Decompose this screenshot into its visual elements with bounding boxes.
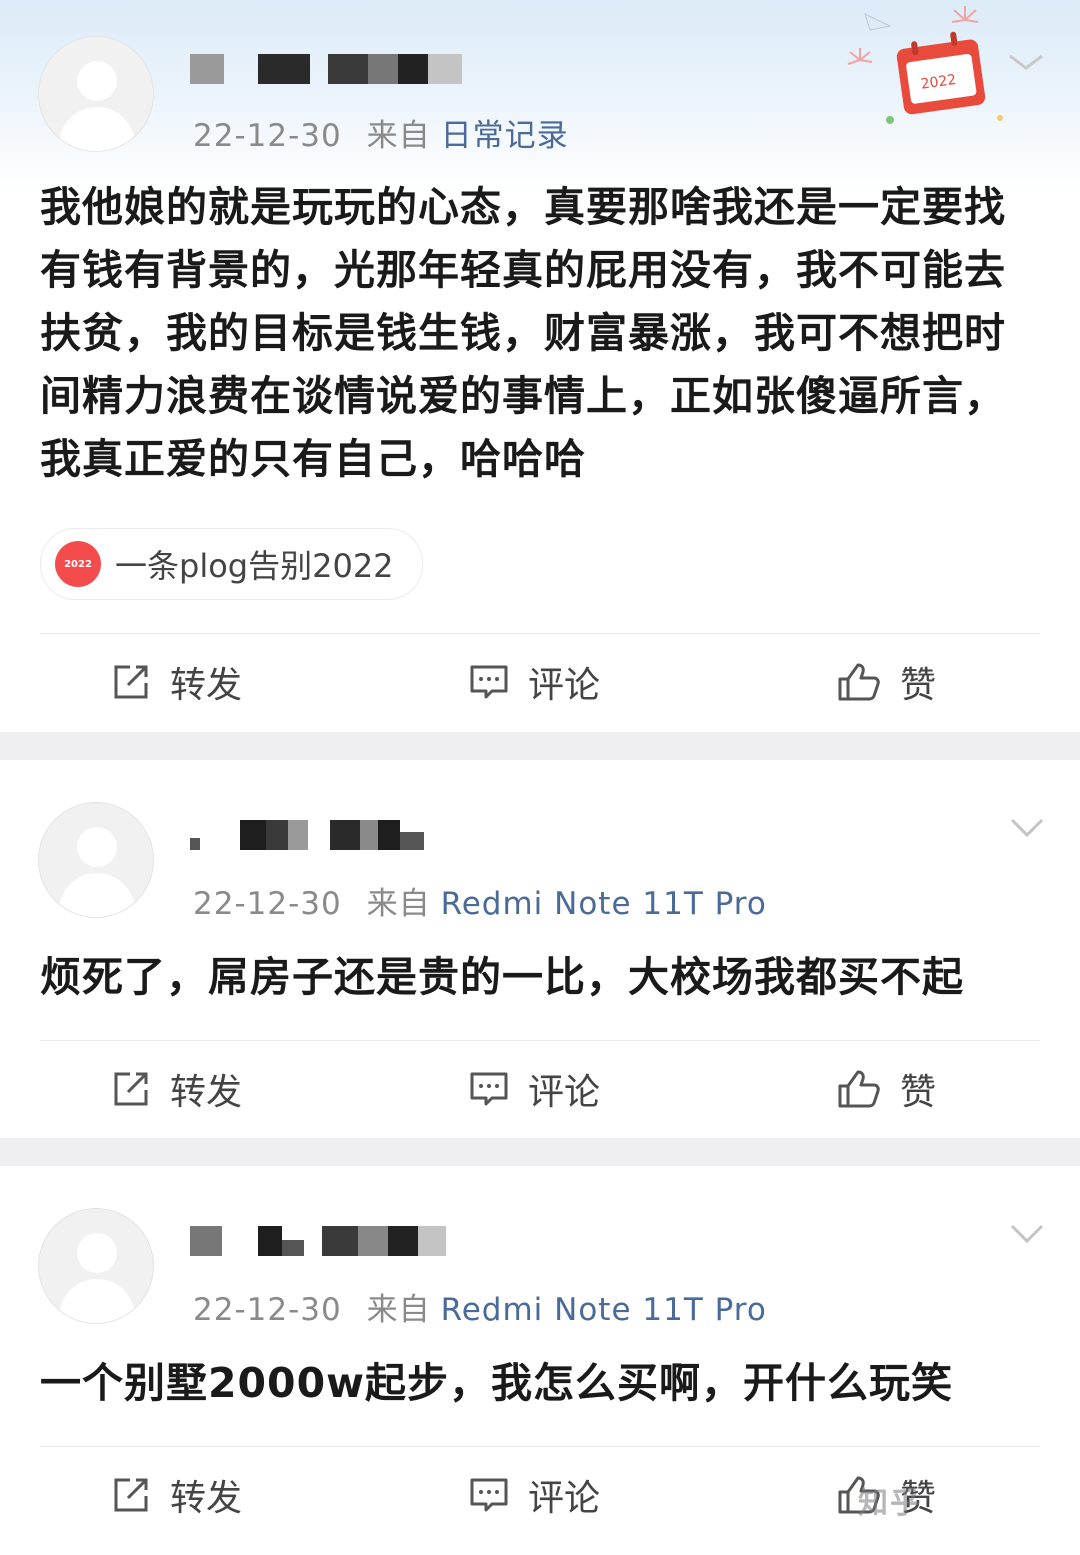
post-date: 22-12-30 [193, 1292, 342, 1328]
user-avatar[interactable] [38, 802, 154, 918]
like-button[interactable]: 赞 [836, 634, 936, 730]
from-label: 来自 [366, 1292, 431, 1328]
user-avatar[interactable] [38, 1208, 154, 1324]
comment-button[interactable]: 评论 [468, 1041, 600, 1137]
calendar-icon: 2022 [55, 541, 101, 587]
comment-icon [470, 1072, 508, 1106]
chevron-down-icon[interactable] [1010, 818, 1044, 838]
like-label: 赞 [900, 1072, 937, 1113]
username-pixelated[interactable] [190, 1224, 446, 1258]
from-label: 来自 [366, 886, 431, 922]
post-meta: 22-12-30 来自 Redmi Note 11T Pro [193, 1284, 767, 1329]
comment-icon [470, 1478, 508, 1512]
repost-label: 转发 [170, 1072, 243, 1113]
post-content: 我他娘的就是玩玩的心态，真要那啥我还是一定要找有钱有背景的，光那年轻真的屁用没有… [40, 183, 1006, 483]
post-date: 22-12-30 [193, 886, 342, 922]
thumbs-up-icon [838, 663, 880, 701]
section-gap [0, 1138, 1080, 1166]
action-bar: 转发 评论 赞 [0, 634, 1080, 730]
topic-chip[interactable]: 2022 一条plog告别2022 [40, 528, 423, 600]
username-pixelated[interactable] [190, 52, 462, 86]
topic-label: 一条plog告别2022 [115, 547, 394, 585]
repost-label: 转发 [170, 1478, 243, 1519]
comment-label: 评论 [528, 1478, 601, 1519]
repost-label: 转发 [170, 665, 243, 706]
from-label: 来自 [366, 118, 431, 154]
repost-icon [114, 1478, 148, 1512]
username-pixelated[interactable] [190, 818, 424, 852]
repost-icon [114, 1072, 148, 1106]
post-date: 22-12-30 [193, 118, 342, 154]
repost-icon [114, 665, 148, 699]
repost-button[interactable]: 转发 [110, 1041, 242, 1137]
comment-button[interactable]: 评论 [468, 634, 600, 730]
comment-icon [470, 665, 508, 699]
watermark: 知乎 [858, 1486, 922, 1521]
post-card-2: 22-12-30 来自 Redmi Note 11T Pro 烦死了，屌房子还是贵… [0, 760, 1080, 1138]
thumbs-up-icon [838, 1070, 880, 1108]
post-meta: 22-12-30 来自 Redmi Note 11T Pro [193, 878, 767, 923]
post-content: 一个别墅2000w起步，我怎么买啊，开什么玩笑 [40, 1359, 953, 1407]
post-source[interactable]: 日常记录 [441, 118, 569, 154]
comment-label: 评论 [528, 665, 601, 706]
chevron-down-icon[interactable] [1010, 1224, 1044, 1244]
new-year-calendar-sticker: 2022 [847, 6, 1043, 124]
like-button[interactable]: 赞 [836, 1041, 936, 1137]
post-source[interactable]: Redmi Note 11T Pro [441, 1292, 767, 1328]
post-meta: 22-12-30 来自 日常记录 [193, 110, 569, 155]
post-card-1: 2022 22-12-30 来自 日常记录 我他娘的就是玩玩的心态，真要那啥我还是… [0, 0, 1080, 732]
repost-button[interactable]: 转发 [110, 1447, 242, 1543]
post-source[interactable]: Redmi Note 11T Pro [441, 886, 767, 922]
comment-button[interactable]: 评论 [468, 1447, 600, 1543]
user-avatar[interactable] [38, 36, 154, 152]
action-bar: 转发 评论 赞 [0, 1041, 1080, 1137]
post-content: 烦死了，屌房子还是贵的一比，大校场我都买不起 [40, 953, 964, 1001]
repost-button[interactable]: 转发 [110, 634, 242, 730]
comment-label: 评论 [528, 1072, 601, 1113]
like-label: 赞 [900, 665, 937, 706]
section-gap [0, 732, 1080, 760]
